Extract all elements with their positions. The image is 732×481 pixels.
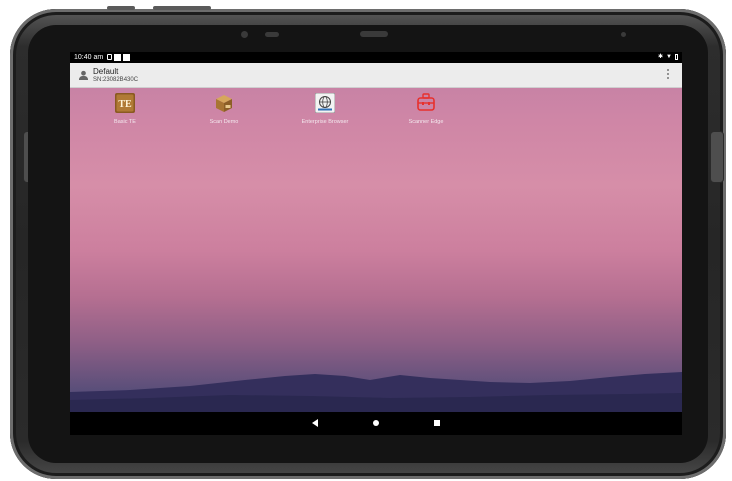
sim-icon xyxy=(107,54,112,60)
status-bar: 10:40 am ✱ ▼ xyxy=(70,52,682,63)
mountain-silhouette xyxy=(70,372,682,412)
app-enterprise-browser[interactable]: Enterprise Browser xyxy=(285,92,365,125)
kiosk-header: Default SN:23082B430C xyxy=(70,63,682,88)
front-camera-icon xyxy=(241,31,248,38)
hardware-button-top-1[interactable] xyxy=(107,6,135,10)
wifi-icon: ▼ xyxy=(666,54,672,60)
app-basic-te[interactable]: TE Basic TE xyxy=(85,93,165,125)
globe-browser-icon xyxy=(314,92,336,114)
overflow-menu-icon[interactable] xyxy=(667,69,670,81)
notification-icon xyxy=(114,54,121,61)
profile-icon xyxy=(79,70,88,80)
app-scan-demo[interactable]: Scan Demo xyxy=(184,93,264,125)
device-screen: 10:40 am ✱ ▼ Default SN:23082B430C TE Ba… xyxy=(70,52,682,435)
status-system-icons: ✱ ▼ xyxy=(658,52,678,63)
svg-text:TE: TE xyxy=(118,99,132,110)
app-label: Scanner Edge xyxy=(408,119,444,125)
app-label: Enterprise Browser xyxy=(301,119,349,125)
hardware-button-top-2[interactable] xyxy=(153,6,211,10)
status-notification-icons xyxy=(107,54,130,61)
back-icon[interactable] xyxy=(310,418,320,428)
scan-box-icon xyxy=(214,93,234,113)
battery-icon xyxy=(675,54,678,60)
app-label: Scan Demo xyxy=(209,119,239,125)
navigation-bar xyxy=(70,412,682,435)
kiosk-serial: SN:23082B430C xyxy=(93,77,139,83)
speaker-grille-icon xyxy=(360,31,388,37)
app-label: Basic TE xyxy=(114,119,136,125)
bluetooth-icon: ✱ xyxy=(658,54,664,60)
kiosk-title: Default xyxy=(93,67,119,76)
scanner-edge-icon xyxy=(416,93,436,113)
hardware-button-right[interactable] xyxy=(710,131,724,183)
app-scanner-edge[interactable]: Scanner Edge xyxy=(386,93,466,125)
recents-icon[interactable] xyxy=(432,418,442,428)
notification-icon xyxy=(123,54,130,61)
status-time: 10:40 am xyxy=(74,54,104,61)
home-icon[interactable] xyxy=(371,418,381,428)
te-terminal-icon: TE xyxy=(115,93,135,113)
sensor-icon xyxy=(265,32,279,37)
light-sensor-icon xyxy=(621,32,626,37)
